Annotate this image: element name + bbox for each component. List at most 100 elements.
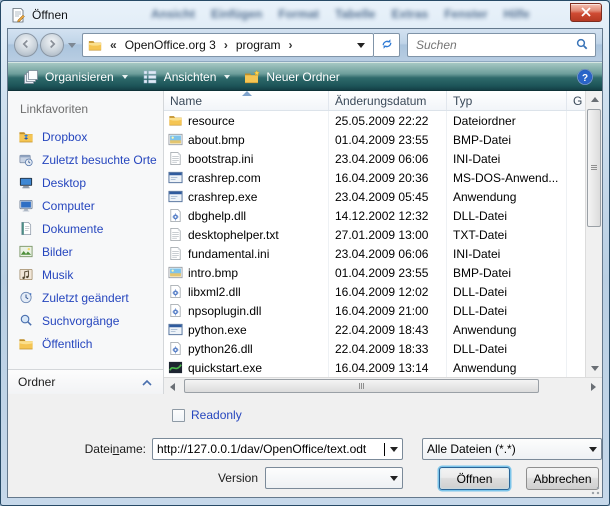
file-row-libxml2-dll[interactable]: libxml2.dll16.04.2009 12:02DLL-Datei (164, 282, 585, 301)
column-header-name[interactable]: Name (164, 91, 329, 110)
filename-value: http://127.0.0.1/dav/OpenOffice/text.odt (153, 442, 384, 456)
file-row-intro-bmp[interactable]: intro.bmp01.04.2009 23:55BMP-Datei (164, 263, 585, 282)
organize-button[interactable]: Organisieren (16, 66, 135, 88)
new-folder-icon (244, 69, 260, 85)
file-row-dbghelp-dll[interactable]: dbghelp.dll14.12.2002 12:32DLL-Datei (164, 206, 585, 225)
vertical-scroll-thumb[interactable] (587, 109, 601, 227)
file-type: DLL-Datei (447, 285, 567, 299)
command-toolbar: Organisieren Ansichten Neuer Ordner ? (8, 62, 602, 91)
file-row-resource[interactable]: resource 25.05.2009 22:22Dateiordner (164, 111, 585, 130)
sidebar-item-bilder[interactable]: Bilder (8, 240, 163, 263)
file-date: 01.04.2009 23:55 (329, 133, 447, 147)
recent-places-icon (18, 152, 35, 168)
file-type: Anwendung (447, 361, 567, 375)
file-name: desktophelper.txt (188, 228, 279, 242)
triangle-right-icon (591, 383, 596, 391)
triangle-down-icon (591, 366, 599, 371)
refresh-button[interactable] (374, 33, 400, 57)
version-dropdown-icon[interactable] (385, 468, 402, 488)
file-name: dbghelp.dll (188, 209, 246, 223)
filetype-dropdown-icon[interactable] (584, 439, 601, 459)
sidebar-item-dokumente[interactable]: Dokumente (8, 217, 163, 240)
file-name: bootstrap.ini (188, 152, 253, 166)
breadcrumb-collapse[interactable]: « (108, 38, 119, 52)
horizontal-scrollbar[interactable] (164, 377, 602, 394)
dialog-body: « OpenOffice.org 3 › program › (7, 28, 603, 498)
sidebar-item-zuletzt-besuchte-orte[interactable]: Zuletzt besuchte Orte (8, 148, 163, 171)
version-row: Version Öffnen Abbrechen (8, 467, 602, 490)
file-date: 22.04.2009 18:33 (329, 342, 447, 356)
filename-input[interactable]: http://127.0.0.1/dav/OpenOffice/text.odt (152, 438, 403, 460)
folder-icon (168, 113, 183, 128)
folders-expander[interactable]: Ordner (8, 369, 163, 394)
scroll-left-button[interactable] (164, 378, 181, 395)
search-input[interactable] (414, 37, 575, 53)
column-header-size[interactable]: G (567, 91, 585, 110)
views-button[interactable]: Ansichten (135, 66, 238, 88)
music-icon (18, 267, 35, 283)
new-folder-button[interactable]: Neuer Ordner (237, 66, 346, 88)
file-name: resource (188, 114, 235, 128)
open-button[interactable]: Öffnen (439, 467, 510, 490)
version-select[interactable] (265, 467, 403, 489)
sidebar-item-musik[interactable]: Musik (8, 263, 163, 286)
scroll-right-button[interactable] (585, 378, 602, 395)
history-dropdown[interactable] (68, 43, 76, 48)
titlebar[interactable]: Öffnen (1, 1, 609, 28)
breadcrumb-item-openoffice[interactable]: OpenOffice.org 3 (119, 38, 222, 52)
file-type: Dateiordner (447, 114, 567, 128)
column-label: G (573, 94, 582, 108)
column-header-date[interactable]: Änderungsdatum (329, 91, 447, 110)
column-header-type[interactable]: Typ (447, 91, 567, 110)
sidebar-item-desktop[interactable]: Desktop (8, 171, 163, 194)
filetype-select[interactable]: Alle Dateien (*.*) (422, 438, 602, 460)
file-name: crashrep.exe (188, 190, 257, 204)
file-row-python26-dll[interactable]: python26.dll22.04.2009 18:33DLL-Datei (164, 339, 585, 358)
scroll-up-button[interactable] (586, 91, 603, 108)
computer-icon (18, 198, 35, 214)
file-row-python-exe[interactable]: python.exe22.04.2009 18:43Anwendung (164, 320, 585, 339)
file-date: 25.05.2009 22:22 (329, 114, 447, 128)
sidebar-item-suchvorg-nge[interactable]: Suchvorgänge (8, 309, 163, 332)
breadcrumb-item-program[interactable]: program (230, 38, 287, 52)
close-icon (581, 6, 591, 20)
horizontal-scroll-thumb[interactable] (184, 379, 539, 393)
sidebar-item-label: Öffentlich (42, 337, 92, 351)
file-row-quickstart-exe[interactable]: quickstart.exe16.04.2009 13:14Anwendung (164, 358, 585, 377)
sidebar-item-computer[interactable]: Computer (8, 194, 163, 217)
file-row-npsoplugin-dll[interactable]: npsoplugin.dll16.04.2009 21:00DLL-Datei (164, 301, 585, 320)
filename-row: Dateiname: http://127.0.0.1/dav/OpenOffi… (8, 438, 602, 460)
dll-icon (168, 208, 183, 223)
file-list-panel: Name Änderungsdatum Typ G resource 25.05.… (164, 91, 602, 394)
file-row-crashrep-exe[interactable]: crashrep.exe23.04.2009 05:45Anwendung (164, 187, 585, 206)
views-label: Ansichten (164, 70, 217, 84)
sidebar-item-dropbox[interactable]: Dropbox (8, 125, 163, 148)
file-row-fundamental-ini[interactable]: fundamental.ini23.04.2009 06:06INI-Datei (164, 244, 585, 263)
scroll-down-button[interactable] (586, 360, 603, 377)
quickstart-icon (168, 360, 183, 375)
readonly-label: Readonly (191, 408, 242, 422)
file-row-bootstrap-ini[interactable]: bootstrap.ini23.04.2009 06:06INI-Datei (164, 149, 585, 168)
sidebar-item-label: Suchvorgänge (42, 314, 119, 328)
breadcrumb[interactable]: « OpenOffice.org 3 › program › (82, 33, 374, 57)
help-button[interactable]: ? (576, 68, 594, 86)
file-type: BMP-Datei (447, 133, 567, 147)
sidebar-item-zuletzt-ge-ndert[interactable]: Zuletzt geändert (8, 286, 163, 309)
close-button[interactable] (570, 3, 602, 22)
back-button[interactable] (14, 33, 38, 57)
readonly-checkbox[interactable] (172, 409, 185, 422)
searches-icon (18, 313, 35, 329)
app-icon (168, 189, 183, 204)
search-icon[interactable] (575, 37, 589, 54)
file-date: 16.04.2009 20:36 (329, 171, 447, 185)
file-row-about-bmp[interactable]: about.bmp01.04.2009 23:55BMP-Datei (164, 130, 585, 149)
filename-dropdown-icon[interactable] (385, 439, 402, 459)
folder-dropbox-icon (18, 129, 35, 145)
file-row-crashrep-com[interactable]: crashrep.com16.04.2009 20:36MS-DOS-Anwen… (164, 168, 585, 187)
resize-grip[interactable] (588, 483, 600, 495)
sidebar-item-ffentlich[interactable]: Öffentlich (8, 332, 163, 355)
file-row-desktophelper-txt[interactable]: desktophelper.txt27.01.2009 13:00TXT-Dat… (164, 225, 585, 244)
vertical-scrollbar[interactable] (585, 91, 602, 377)
forward-button[interactable] (40, 33, 64, 57)
address-dropdown-icon[interactable] (357, 43, 365, 48)
